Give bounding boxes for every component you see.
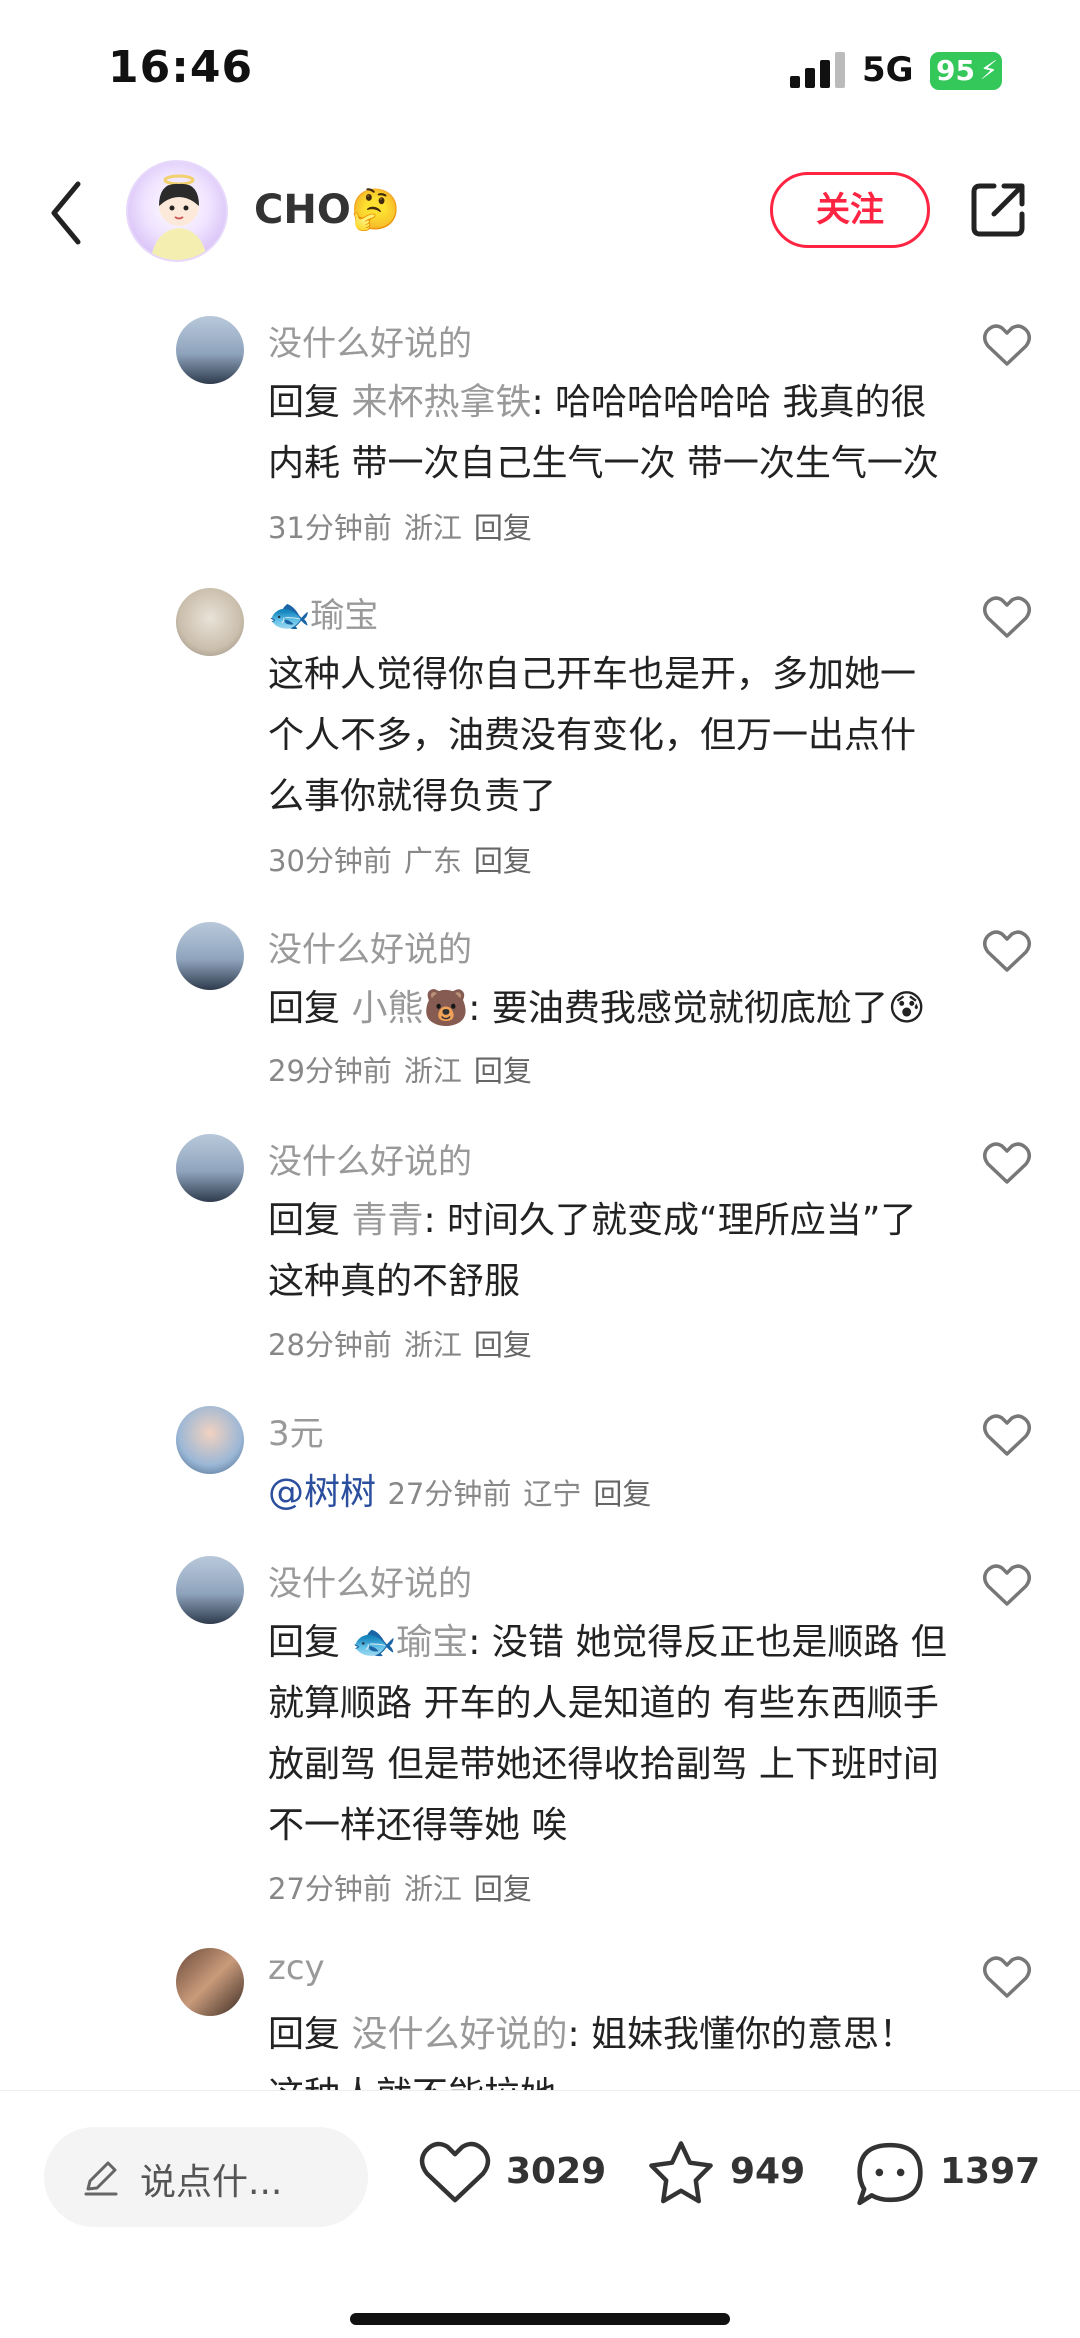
home-indicator — [350, 2313, 730, 2325]
commenter-avatar[interactable] — [176, 588, 244, 656]
comment-text: 回复 青青: 时间久了就变成“理所应当”了 这种真的不舒服 — [268, 1190, 948, 1312]
comment-meta: 27分钟前 浙江 回复 — [268, 1866, 532, 1908]
comment-location: 广东 — [403, 844, 462, 878]
comment-item: zcy 回复 没什么好说的: 姐妹我懂你的意思！这种人就不能拉她 — [0, 1944, 1080, 2090]
author-avatar[interactable] — [126, 160, 228, 262]
reply-button[interactable]: 回复 — [474, 844, 532, 878]
comment-meta: 30分钟前 广东 回复 — [268, 838, 532, 880]
follow-button[interactable]: 关注 — [770, 172, 930, 248]
comment-meta: 29分钟前 浙江 回复 — [268, 1054, 532, 1088]
commenter-avatar[interactable] — [176, 1556, 244, 1624]
reply-button[interactable]: 回复 — [474, 1054, 532, 1088]
commenter-name[interactable]: zcy — [268, 1948, 325, 1988]
favorite-action[interactable]: 949 — [644, 2137, 814, 2217]
comment-text: 这种人觉得你自己开车也是开，多加她一个人不多，油费没有变化，但万一出点什么事你就… — [268, 644, 948, 827]
comment-time: 28分钟前 — [268, 1328, 392, 1362]
mention-link[interactable]: @树树 — [268, 1472, 376, 1513]
comment-meta: 28分钟前 浙江 回复 — [268, 1322, 532, 1364]
comment-location: 浙江 — [403, 1054, 462, 1088]
like-icon[interactable] — [982, 1954, 1032, 2000]
reply-target[interactable]: 🐟瑜宝 — [351, 1622, 468, 1663]
commenter-name[interactable]: 没什么好说的 — [268, 922, 472, 971]
reply-prefix: 回复 — [268, 1200, 341, 1241]
comment-input-placeholder: 说点什... — [140, 2162, 283, 2203]
comment-input[interactable]: 说点什... — [44, 2127, 368, 2227]
reply-button[interactable]: 回复 — [474, 511, 532, 545]
chat-bubble-icon — [857, 2142, 923, 2206]
bottom-action-bar: 说点什... 3029 949 1397 — [0, 2090, 1080, 2338]
commenter-avatar[interactable] — [176, 316, 244, 384]
commenter-avatar[interactable] — [176, 922, 244, 990]
comment-text: 回复 小熊🐻: 要油费我感觉就彻底尬了😰 29分钟前 浙江 回复 — [268, 978, 948, 1102]
comment-text: 回复 没什么好说的: 姐妹我懂你的意思！这种人就不能拉她 — [268, 2004, 948, 2090]
reply-button[interactable]: 回复 — [593, 1477, 651, 1511]
comment-location: 浙江 — [403, 1872, 462, 1906]
heart-icon — [419, 2141, 491, 2203]
like-action[interactable]: 3029 — [418, 2137, 608, 2217]
comment-time: 31分钟前 — [268, 511, 392, 545]
comment-location: 浙江 — [403, 1328, 462, 1362]
reply-target[interactable]: 小熊🐻 — [351, 988, 468, 1029]
like-icon[interactable] — [982, 1412, 1032, 1458]
battery-icon: 95 ⚡ — [930, 52, 1002, 90]
comment-time: 29分钟前 — [268, 1054, 392, 1088]
comment-location: 浙江 — [403, 511, 462, 545]
pencil-icon — [84, 2161, 118, 2196]
charging-icon: ⚡ — [979, 56, 998, 86]
comment-meta: 31分钟前 浙江 回复 — [268, 511, 532, 545]
commenter-name[interactable]: 没什么好说的 — [268, 1134, 472, 1183]
battery-level: 95 — [936, 54, 975, 87]
comment-action[interactable]: 1397 — [852, 2137, 1052, 2217]
commenter-name[interactable]: 3元 — [268, 1406, 324, 1455]
comment-text: 回复 来杯热拿铁: 哈哈哈哈哈哈 我真的很内耗 带一次自己生气一次 带一次生气一… — [268, 372, 948, 559]
network-label: 5G — [862, 50, 914, 90]
comment-time: 27分钟前 — [268, 1872, 392, 1906]
like-icon[interactable] — [982, 1140, 1032, 1186]
comment-time: 30分钟前 — [268, 844, 392, 878]
commenter-avatar[interactable] — [176, 1134, 244, 1202]
comment-body: 这种人觉得你自己开车也是开，多加她一个人不多，油费没有变化，但万一出点什么事你就… — [268, 654, 917, 817]
commenter-name[interactable]: 🐟瑜宝 — [268, 588, 378, 637]
share-icon[interactable] — [968, 180, 1028, 240]
status-time: 16:46 — [108, 42, 254, 93]
commenter-avatar[interactable] — [176, 1948, 244, 2016]
reply-target[interactable]: 没什么好说的 — [351, 2014, 567, 2055]
star-icon — [649, 2141, 713, 2204]
reply-target[interactable]: 青青 — [351, 1200, 423, 1241]
comment-text: @树树 27分钟前 辽宁 回复 — [268, 1462, 948, 1525]
back-arrow-icon[interactable] — [46, 178, 86, 248]
comment-body: : 要油费我感觉就彻底尬了😰 — [468, 988, 926, 1029]
post-header: CHO🤔 关注 — [0, 150, 1080, 280]
reply-prefix: 回复 — [268, 2014, 341, 2055]
comment-location: 辽宁 — [523, 1477, 582, 1511]
like-count: 3029 — [506, 2151, 607, 2192]
author-name[interactable]: CHO🤔 — [254, 186, 401, 233]
commenter-avatar[interactable] — [176, 1406, 244, 1474]
like-icon[interactable] — [982, 1562, 1032, 1608]
signal-icon — [790, 52, 846, 88]
reply-prefix: 回复 — [268, 1622, 341, 1663]
favorite-count: 949 — [730, 2151, 806, 2192]
comment-count: 1397 — [940, 2151, 1041, 2192]
reply-target[interactable]: 来杯热拿铁 — [351, 382, 531, 423]
like-icon[interactable] — [982, 322, 1032, 368]
reply-button[interactable]: 回复 — [474, 1872, 532, 1906]
reply-prefix: 回复 — [268, 988, 341, 1029]
comment-time: 27分钟前 — [387, 1477, 512, 1511]
commenter-name[interactable]: 没什么好说的 — [268, 316, 472, 365]
like-icon[interactable] — [982, 594, 1032, 640]
reply-prefix: 回复 — [268, 382, 341, 423]
reply-button[interactable]: 回复 — [474, 1328, 532, 1362]
status-bar: 16:46 5G 95 ⚡ — [0, 0, 1080, 150]
commenter-name[interactable]: 没什么好说的 — [268, 1556, 472, 1605]
comment-text: 回复 🐟瑜宝: 没错 她觉得反正也是顺路 但就算顺路 开车的人是知道的 有些东西… — [268, 1612, 948, 1856]
comment-meta: 27分钟前 辽宁 回复 — [387, 1477, 651, 1511]
like-icon[interactable] — [982, 928, 1032, 974]
